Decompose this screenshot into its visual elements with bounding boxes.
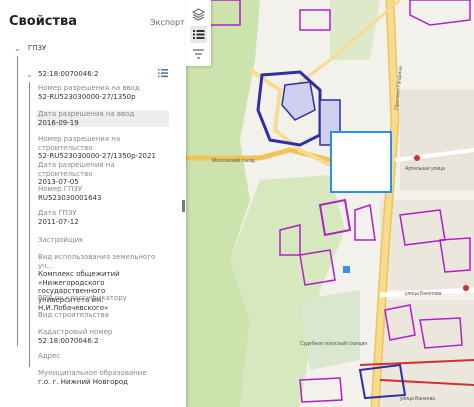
attribute-label: Номер ГПЗУ [38, 185, 83, 193]
attributes-list-icon [193, 30, 205, 39]
attribute-label: Муниципальное образование [38, 369, 147, 377]
attribute-value: г.о. г. Нижний Новгород [38, 377, 128, 386]
attribute-value: Комплекс общежитий «Нижегородского госуд… [38, 270, 120, 312]
chevron-down-icon[interactable]: ⌄ [14, 44, 21, 53]
attribute-label: Дата разрешения на ввод [38, 110, 135, 118]
poi-marker[interactable] [414, 155, 420, 161]
attribute-label: Номер разрешения на строительство [38, 135, 121, 152]
map-label-street-3: Артельная улица [405, 166, 445, 172]
panel-header: Свойства Экспорт [0, 0, 186, 40]
layer-row[interactable]: ⌄ ГПЗУ [0, 40, 186, 56]
attribute-label: Номер разрешения на ввод [38, 84, 140, 92]
attribute-value: 52-RU523030000-27/1350р-2021 [38, 152, 156, 160]
parking-icon[interactable] [343, 266, 350, 273]
attribute-label: Адрес [38, 352, 61, 360]
attribute-row: Дата разрешения на строительство 2013-07… [38, 161, 166, 187]
properties-tree: ⌄ ГПЗУ ⌄ 52:18:0070046:2 Номер разрешени… [0, 40, 186, 407]
attribute-value: 52:18:0070046:2 [38, 336, 99, 345]
selected-parcel[interactable] [330, 131, 392, 193]
layers-icon [191, 8, 206, 21]
park-area [300, 290, 360, 370]
attribute-row: Муниципальное образование г.о. г. Нижний… [38, 369, 166, 386]
attributes-button[interactable] [190, 26, 207, 43]
attribute-row: ВРИ по классификатору [38, 294, 166, 303]
attribute-row: Кадастровый номер 52:18:0070046:2 [38, 328, 166, 345]
map-label-station: Судебное полосный станция [300, 340, 367, 347]
attribute-label: Застройщик [38, 236, 84, 244]
urban-block [380, 200, 474, 290]
attribute-label: Кадастровый номер [38, 328, 113, 336]
attribute-row: Номер ГПЗУ RU523030001643 [38, 185, 166, 202]
map-label-street-5: улица Ванеева [400, 396, 435, 402]
attribute-row: Номер разрешения на ввод 52-RU523030000-… [38, 84, 166, 101]
attribute-row: Вид использования земельного уч... Компл… [38, 253, 166, 313]
attribute-label: Дата разрешения на строительство [38, 161, 115, 178]
attribute-row-highlighted: Дата разрешения на ввод 2016-09-19 [36, 110, 169, 127]
panel-title: Свойства [9, 14, 78, 29]
object-id: 52:18:0070046:2 [38, 70, 99, 78]
attribute-value: RU523030001643 [38, 193, 102, 202]
attribute-label: ВРИ по классификатору [38, 294, 127, 302]
attribute-row: Дата ГПЗУ 2011-07-12 [38, 209, 166, 226]
chevron-down-icon[interactable]: ⌄ [26, 70, 33, 79]
attribute-row: Застройщик [38, 236, 166, 245]
tree-connector [29, 82, 30, 367]
panel-toolbar [186, 0, 211, 66]
layers-button[interactable] [190, 6, 207, 23]
export-button[interactable]: Экспорт [150, 18, 185, 27]
poi-marker[interactable] [463, 285, 469, 291]
properties-panel: Свойства Экспорт ⌄ ГПЗУ ⌄ 52:18:0070046:… [0, 0, 186, 407]
attribute-value: 2011-07-12 [38, 217, 79, 226]
attribute-row: Вид строительства [38, 311, 166, 320]
map-label-street-2: Мопсовский съезд [212, 157, 255, 164]
filter-icon [193, 49, 204, 59]
layer-name: ГПЗУ [28, 44, 47, 52]
map-label-street-4: улица Бекетова [405, 291, 442, 297]
urban-block [380, 300, 474, 407]
object-row[interactable]: ⌄ 52:18:0070046:2 [0, 68, 186, 82]
attribute-label: Вид использования земельного уч... [38, 253, 156, 270]
list-icon[interactable] [158, 68, 168, 78]
attribute-value: 52-RU523030000-27/1350р [38, 92, 136, 101]
tree-connector [17, 56, 18, 346]
attribute-label: Вид строительства [38, 311, 109, 319]
filter-button[interactable] [190, 46, 207, 63]
attribute-label: Дата ГПЗУ [38, 209, 77, 217]
panel-resize-handle[interactable] [182, 200, 185, 212]
urban-block [400, 90, 474, 190]
attribute-value: 2016-09-19 [38, 118, 79, 127]
attribute-row: Адрес [38, 352, 166, 361]
attribute-row: Номер разрешения на строительство 52-RU5… [38, 135, 166, 161]
